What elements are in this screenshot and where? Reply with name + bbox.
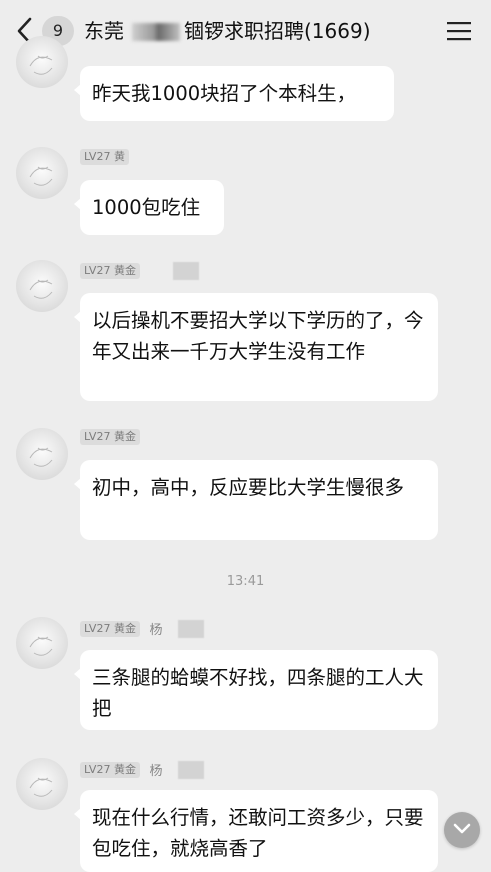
sender-name: 杨 xyxy=(149,623,163,638)
scroll-to-bottom-button[interactable] xyxy=(444,812,480,848)
message-text: 以后操机不要招大学以下学历的了，今年又出来一千万大学生没有工作 xyxy=(92,309,424,363)
message-meta: LV27 黄金 杨 xyxy=(80,760,204,779)
avatar[interactable] xyxy=(16,36,68,88)
avatar[interactable] xyxy=(16,617,68,669)
avatar-sketch-icon xyxy=(29,166,53,186)
avatar-sketch-icon xyxy=(29,279,53,299)
message-bubble[interactable]: 1000包吃住 xyxy=(74,180,224,235)
title-redaction xyxy=(132,23,180,41)
avatar[interactable] xyxy=(16,758,68,810)
hamburger-menu-icon[interactable] xyxy=(446,20,472,42)
message-text: 三条腿的蛤蟆不好找，四条腿的工人大把 xyxy=(92,666,424,720)
chat-header: 9 东莞 锢锣求职招聘(1669) xyxy=(0,0,491,60)
level-badge: LV27 黄 xyxy=(80,149,129,165)
avatar-sketch-icon xyxy=(29,55,53,75)
avatar[interactable] xyxy=(16,428,68,480)
chat-title-left: 东莞 xyxy=(84,19,124,43)
level-badge: LV27 黄金 xyxy=(80,761,140,778)
message-bubble[interactable]: 现在什么行情，还敢问工资多少，只要包吃住，就烧高香了 xyxy=(74,790,438,872)
message-text: 昨天我1000块招了个本科生， xyxy=(92,82,357,105)
sender-name: 杨 xyxy=(149,764,163,779)
message-bubble[interactable]: 初中，高中，反应要比大学生慢很多 xyxy=(74,460,438,540)
sender-name-redaction xyxy=(173,262,200,280)
message-text: 1000包吃住 xyxy=(92,196,201,219)
message-bubble[interactable]: 昨天我1000块招了个本科生， xyxy=(74,66,394,121)
chat-title-right: 锢锣求职招聘(1669) xyxy=(184,19,371,43)
sender-name-redaction xyxy=(177,760,204,779)
level-badge: LV27 黄金 xyxy=(80,429,140,445)
avatar[interactable] xyxy=(16,260,68,312)
level-badge: LV27 黄金 xyxy=(80,620,140,637)
time-divider: 13:41 xyxy=(226,574,265,589)
avatar-sketch-icon xyxy=(29,447,53,467)
message-bubble[interactable]: 以后操机不要招大学以下学历的了，今年又出来一千万大学生没有工作 xyxy=(74,293,438,401)
message-text: 初中，高中，反应要比大学生慢很多 xyxy=(92,476,405,499)
message-meta: LV27 黄金 xyxy=(80,262,200,280)
avatar[interactable] xyxy=(16,147,68,199)
avatar-sketch-icon xyxy=(29,636,53,656)
message-meta: LV27 黄金 xyxy=(80,429,140,447)
message-meta: LV27 黄 xyxy=(80,149,129,167)
message-meta: LV27 黄金 杨 xyxy=(80,619,204,638)
avatar-sketch-icon xyxy=(29,777,53,797)
message-text: 现在什么行情，还敢问工资多少，只要包吃住，就烧高香了 xyxy=(92,806,424,860)
message-bubble[interactable]: 三条腿的蛤蟆不好找，四条腿的工人大把 xyxy=(74,650,438,730)
sender-name-redaction xyxy=(177,619,204,638)
level-badge: LV27 黄金 xyxy=(80,263,140,279)
chevron-down-icon xyxy=(453,823,471,834)
